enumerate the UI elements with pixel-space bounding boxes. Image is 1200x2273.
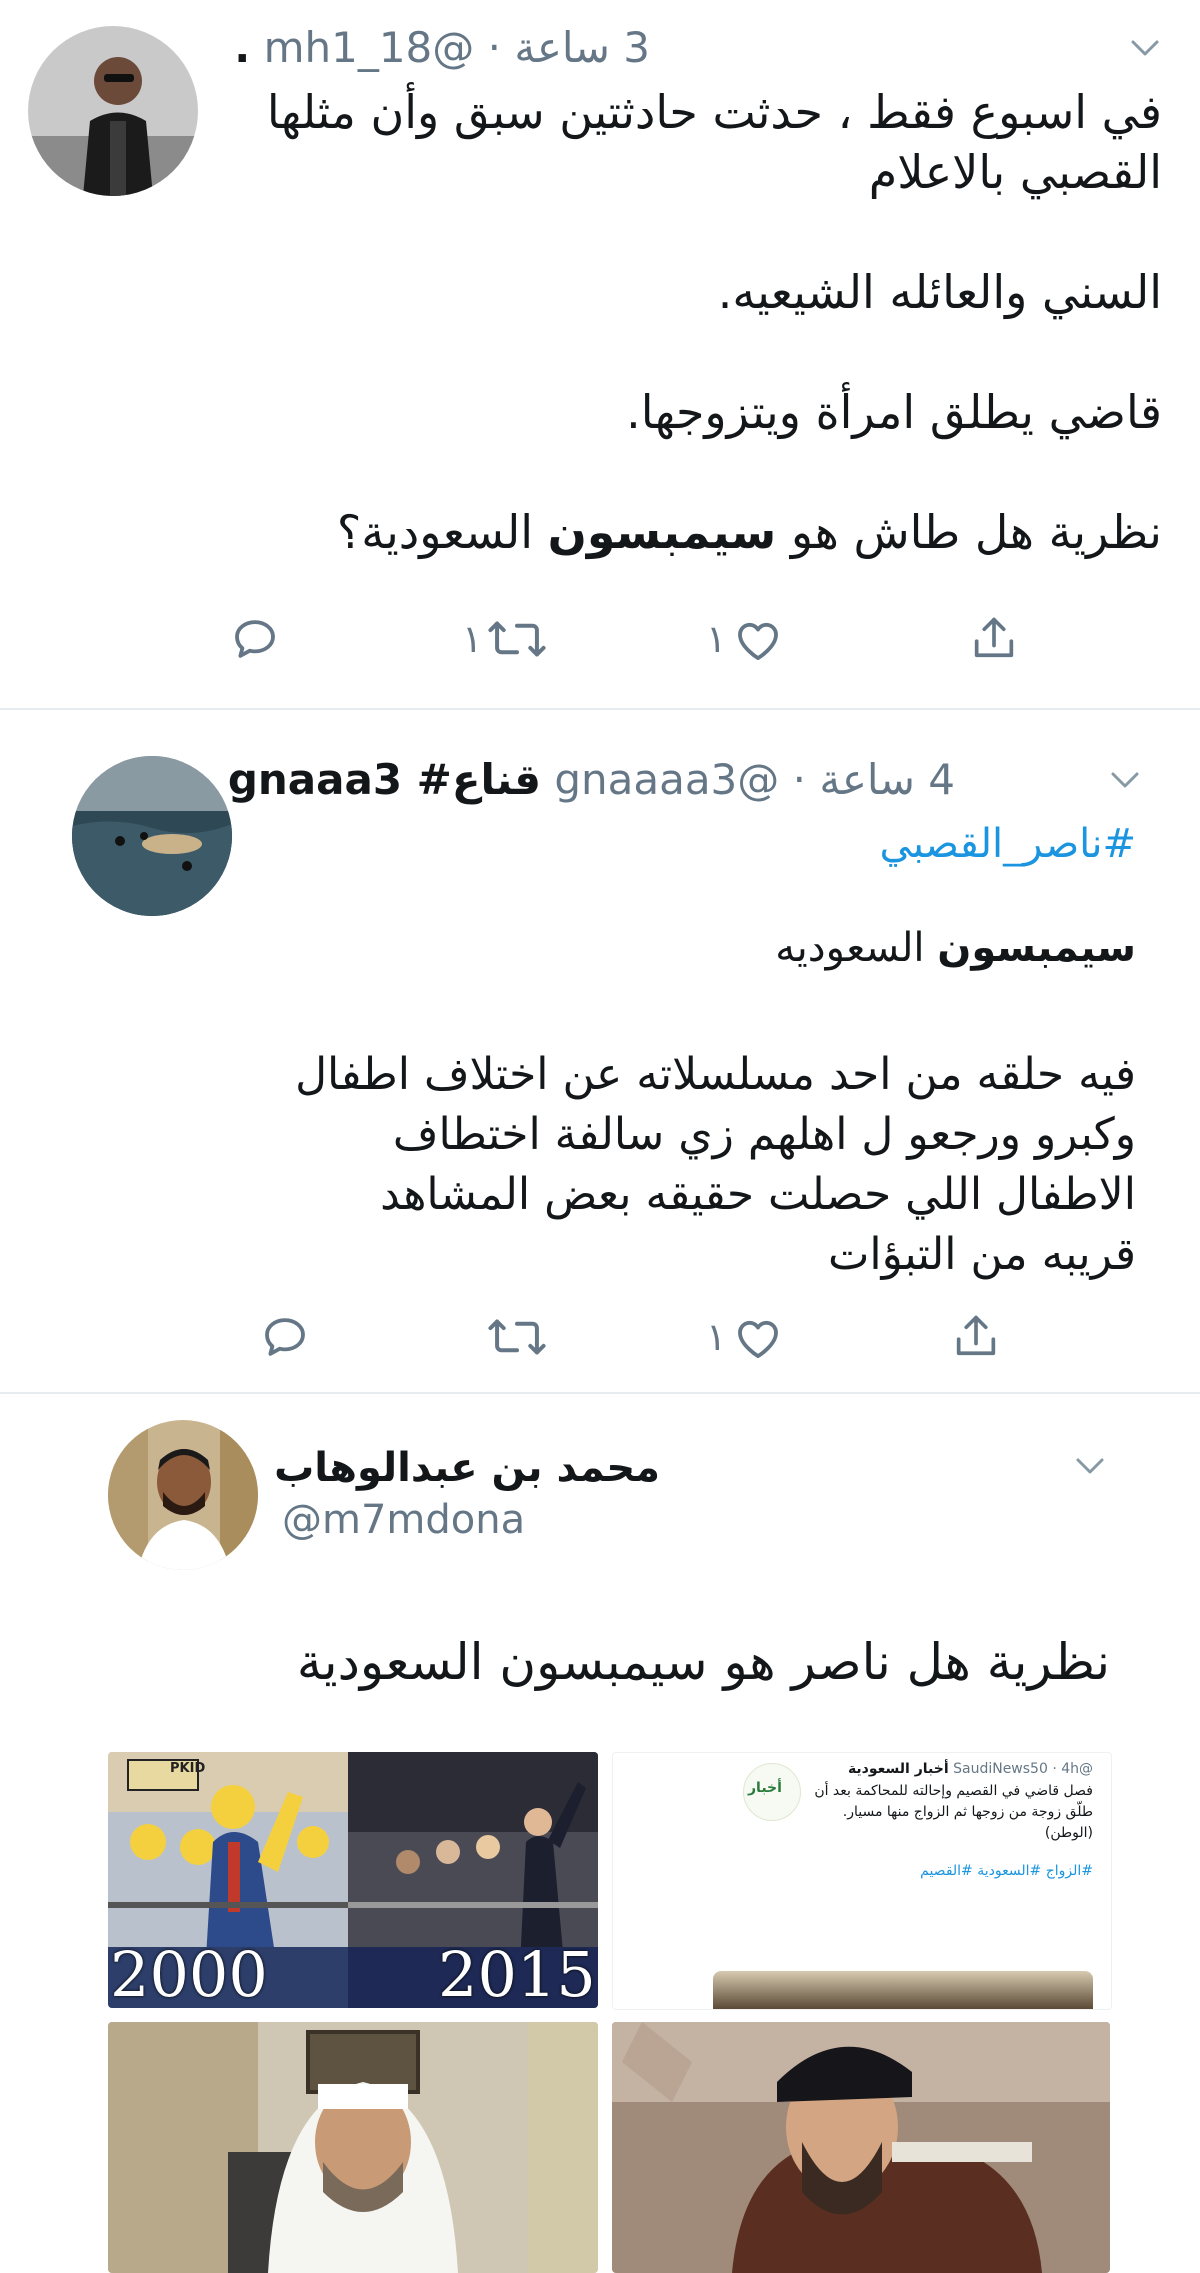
user-name[interactable]: . [234,23,250,72]
share-button[interactable] [950,1310,1002,1364]
tweet-actions: ١ ١ [0,612,1200,682]
share-icon [956,1315,996,1356]
heart-icon [738,1320,779,1359]
tweet-actions: ١ [0,1310,1200,1380]
reply-button[interactable] [258,1310,312,1364]
tweet-text-line: القصبي بالاعلام [868,145,1162,199]
sign-text: PKID [170,1761,205,1776]
tweet-text-line: وكبرو ورجعو ل اهلهم زي سالفة اختطاف [392,1109,1136,1160]
embed-handle: @SaudiNews50 · 4h [953,1761,1093,1777]
chevron-down-icon[interactable] [1125,28,1165,68]
tweet-3[interactable]: محمد بن عبدالوهاب @m7mdona نظرية هل ناصر… [0,1394,1200,2273]
tweet-text-line: قاضي يطلق امرأة ويتزوجها. [626,385,1162,439]
year-label-right: 2015 [438,1938,596,2008]
user-handle[interactable]: @mh1_18 [264,23,475,72]
media-photo-left[interactable] [108,2022,598,2273]
tweet-text-line: قريبه من التبؤات [827,1229,1136,1280]
media-image-comparison[interactable]: PKID 2000 2015 [108,1752,598,2008]
tweet-text-line: الاطفال اللي حصلت حقيقه بعض المشاهد [380,1169,1136,1220]
tweet-text-line: السني والعائله الشيعيه. [717,265,1162,319]
like-count: ١ [706,1315,727,1359]
reply-button[interactable] [228,612,282,666]
share-button[interactable] [968,612,1020,666]
embed-body: فصل قاضي في القصيم وإحالته للمحاكمة بعد … [814,1783,1093,1841]
retweet-icon [488,1319,546,1355]
user-name[interactable]: قناع# gnaaa3 [228,755,541,804]
year-label-left: 2000 [110,1938,268,2008]
tweet-title-line: سيمبسون السعوديه [775,925,1136,971]
like-button[interactable]: ١ [706,1310,786,1364]
reply-icon [235,620,275,658]
chevron-down-icon[interactable] [1105,760,1145,800]
tweet-1[interactable]: 3 ساعة · @mh1_18 . في اسبوع فقط ، حدثت ح… [0,0,1200,705]
reply-icon [265,1318,305,1356]
media-embedded-tweet[interactable]: أخبار @SaudiNews50 · 4h أخبار السعودية ف… [612,1752,1112,2010]
like-count: ١ [706,617,727,661]
share-icon [974,617,1014,658]
retweet-count: ١ [462,617,483,661]
tweet-text: نظرية هل ناصر هو سيمبسون السعودية [296,1633,1110,1691]
chevron-down-icon[interactable] [1070,1446,1110,1486]
avatar[interactable] [108,1420,258,1570]
heart-icon [738,622,779,661]
embed-image-strip [713,1971,1093,2009]
user-name[interactable]: محمد بن عبدالوهاب [260,1442,660,1494]
news-logo: أخبار [743,1763,801,1821]
tweet-text-line: فيه حلقه من احد مسلسلاته عن اختلاف اطفال [295,1049,1136,1100]
avatar[interactable] [72,756,232,916]
embed-hashtags: #الزواج #السعودية #القصيم [920,1863,1093,1879]
user-handle[interactable]: @gnaaaa3 [554,755,779,804]
retweet-icon [488,621,546,657]
like-button[interactable]: ١ [706,612,786,666]
hashtag-link[interactable]: #ناصر_القصبي [260,814,1136,874]
embed-account: أخبار السعودية [847,1761,949,1777]
tweet-time[interactable]: 4 ساعة [819,755,955,804]
media-photo-right[interactable] [612,2022,1110,2273]
user-handle[interactable]: @m7mdona [282,1494,682,1546]
tweet-text-line: نظرية هل طاش هو سيمبسون السعودية؟ [336,505,1162,559]
avatar[interactable] [28,26,198,196]
tweet-2[interactable]: 4 ساعة · @gnaaaa3 قناع# gnaaa3 #ناصر_الق… [0,710,1200,1390]
tweet-text-line: في اسبوع فقط ، حدثت حادثتين سبق وأن مثله… [266,85,1162,139]
retweet-button[interactable] [482,1310,548,1364]
retweet-button[interactable]: ١ [462,612,548,666]
media-grid: PKID 2000 2015 أخبار @SaudiNews50 · 4h أ… [108,1752,1112,2273]
tweet-time[interactable]: 3 ساعة [514,23,650,72]
